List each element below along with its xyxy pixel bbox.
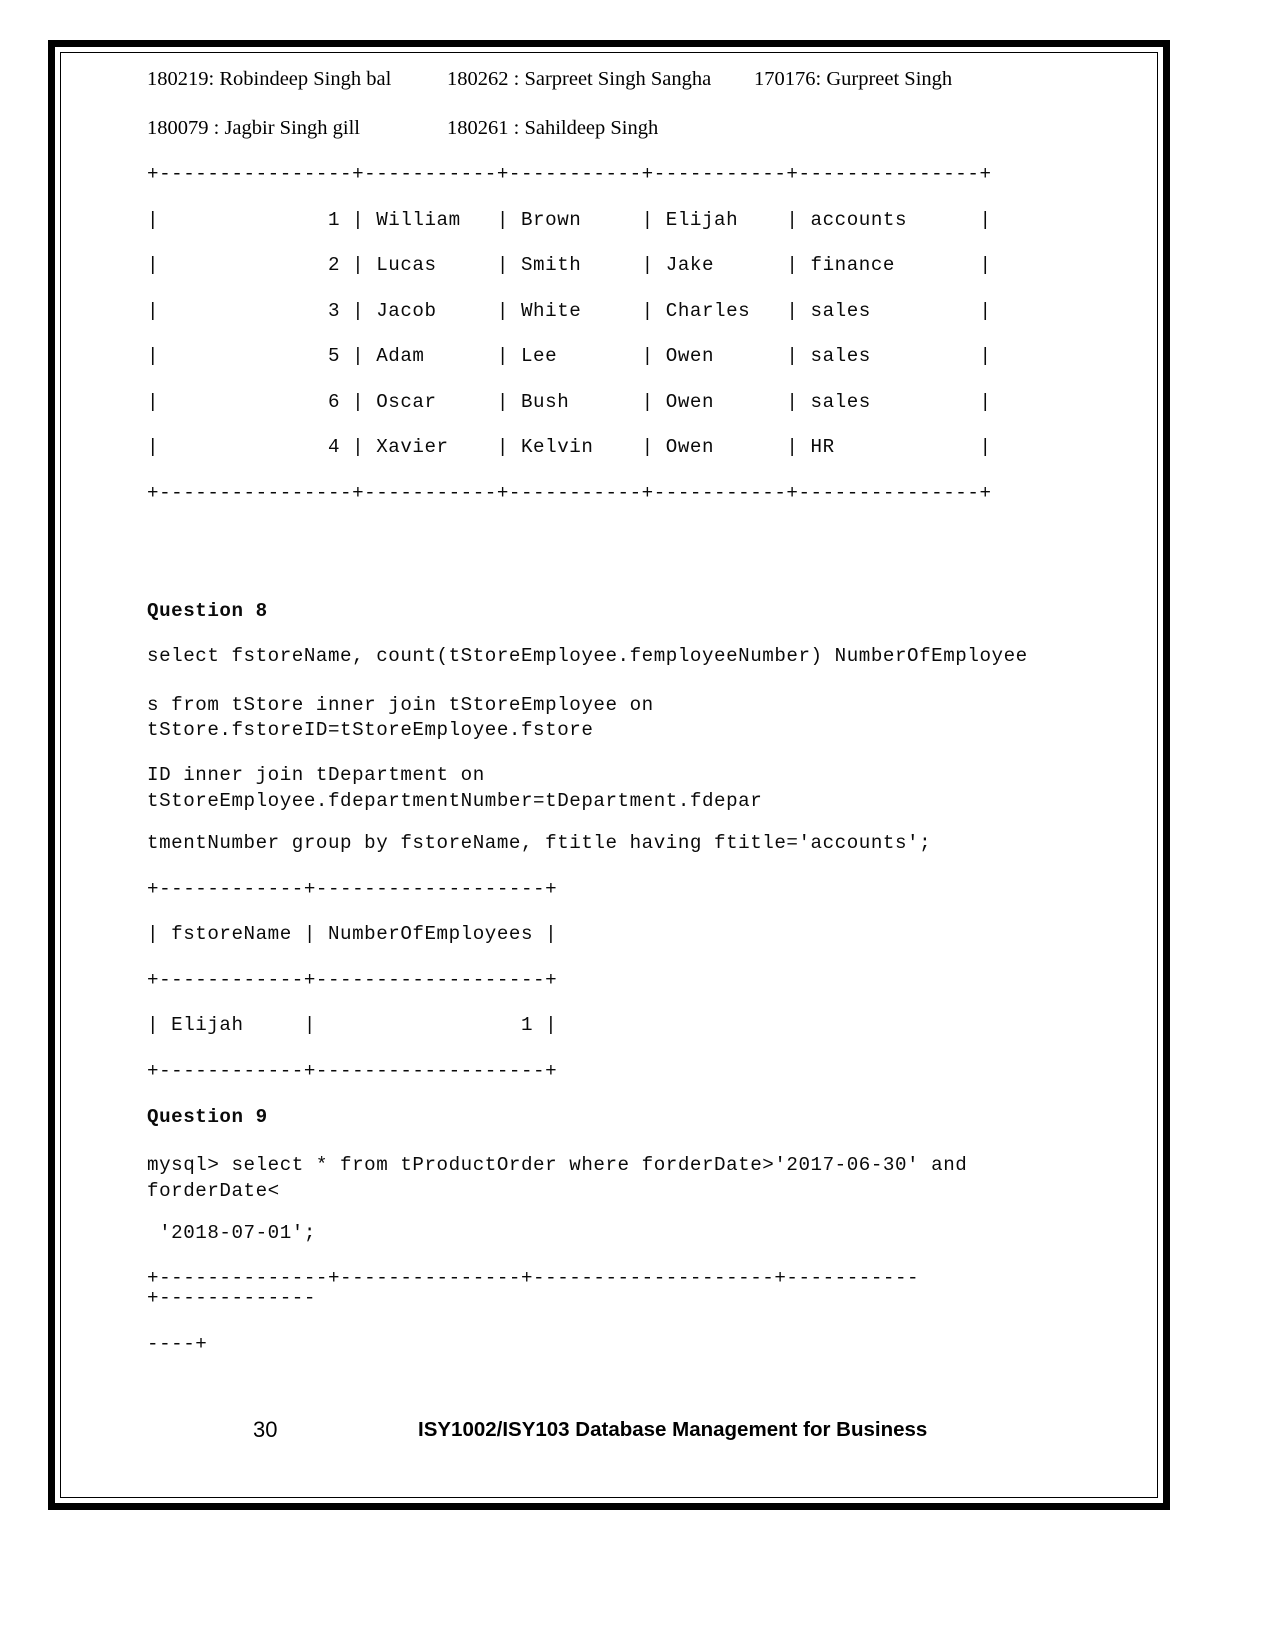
page-content: 180219: Robindeep Singh bal 180262 : Sarp… [147, 69, 1135, 1497]
question-8-result-rule-mid: +------------+-------------------+ [147, 968, 558, 991]
roster-student-3: 170176: Gurpreet Singh [754, 68, 953, 90]
table-row: | Elijah | 1 | [147, 1014, 558, 1037]
page-border-outer: 180219: Robindeep Singh bal 180262 : Sarp… [48, 40, 1170, 1510]
question-9-heading: Question 9 [147, 1105, 268, 1128]
question-8-result-rule-bottom: +------------+-------------------+ [147, 1060, 558, 1083]
table-row: | 6 | Oscar | Bush | Owen | sales | [147, 390, 992, 413]
roster-student-5: 180261 : Sahildeep Singh [447, 116, 659, 139]
question-8-sql-line-1: select fstoreName, count(tStoreEmployee.… [147, 645, 1028, 668]
roster-row-2: 180079 : Jagbir Singh gill 180261 : Sahil… [147, 116, 1135, 139]
page-number: 30 [253, 1417, 278, 1442]
table-row: | 1 | William | Brown | Elijah | account… [147, 208, 992, 231]
table-row: | 5 | Adam | Lee | Owen | sales | [147, 345, 992, 368]
footer-course-title: ISY1002/ISY103 Database Management for B… [418, 1418, 928, 1441]
question-8-sql-line-2: s from tStore inner join tStoreEmployee … [147, 693, 654, 742]
question-8-heading: Question 8 [147, 599, 268, 622]
question-8-sql-line-4: tmentNumber group by fstoreName, ftitle … [147, 832, 932, 855]
roster-student-2: 180262 : Sarpreet Singh Sangha [447, 68, 712, 90]
question-8-sql-line-3: ID inner join tDepartment on tStoreEmplo… [147, 764, 763, 812]
table-row: | 3 | Jacob | White | Charles | sales | [147, 299, 992, 322]
roster-student-1: 180219: Robindeep Singh bal [147, 68, 392, 90]
question-8-result-header: | fstoreName | NumberOfEmployees | [147, 923, 558, 946]
table-row: | 4 | Xavier | Kelvin | Owen | HR | [147, 436, 992, 459]
question-9-rule-part-3: ----+ [147, 1332, 208, 1355]
page-border-inner: 180219: Robindeep Singh bal 180262 : Sarp… [60, 52, 1158, 1498]
roster-row-1: 180219: Robindeep Singh bal 180262 : Sarp… [147, 69, 1135, 90]
question-9-rule-part-2: +------------- [147, 1287, 316, 1310]
employee-table-rule-bottom: +----------------+-----------+----------… [147, 482, 992, 505]
table-row: | 2 | Lucas | Smith | Jake | finance | [147, 254, 992, 277]
employee-table-rule-top: +----------------+-----------+----------… [147, 163, 992, 185]
question-9-sql-line-2: '2018-07-01'; [147, 1221, 316, 1244]
page-footer: 30 ISY1002/ISY103 Database Management fo… [48, 1410, 1170, 1470]
roster-student-4: 180079 : Jagbir Singh gill [147, 116, 360, 139]
question-8-result-rule-top: +------------+-------------------+ [147, 877, 558, 900]
question-9-sql-line-1: mysql> select * from tProductOrder where… [147, 1154, 968, 1202]
